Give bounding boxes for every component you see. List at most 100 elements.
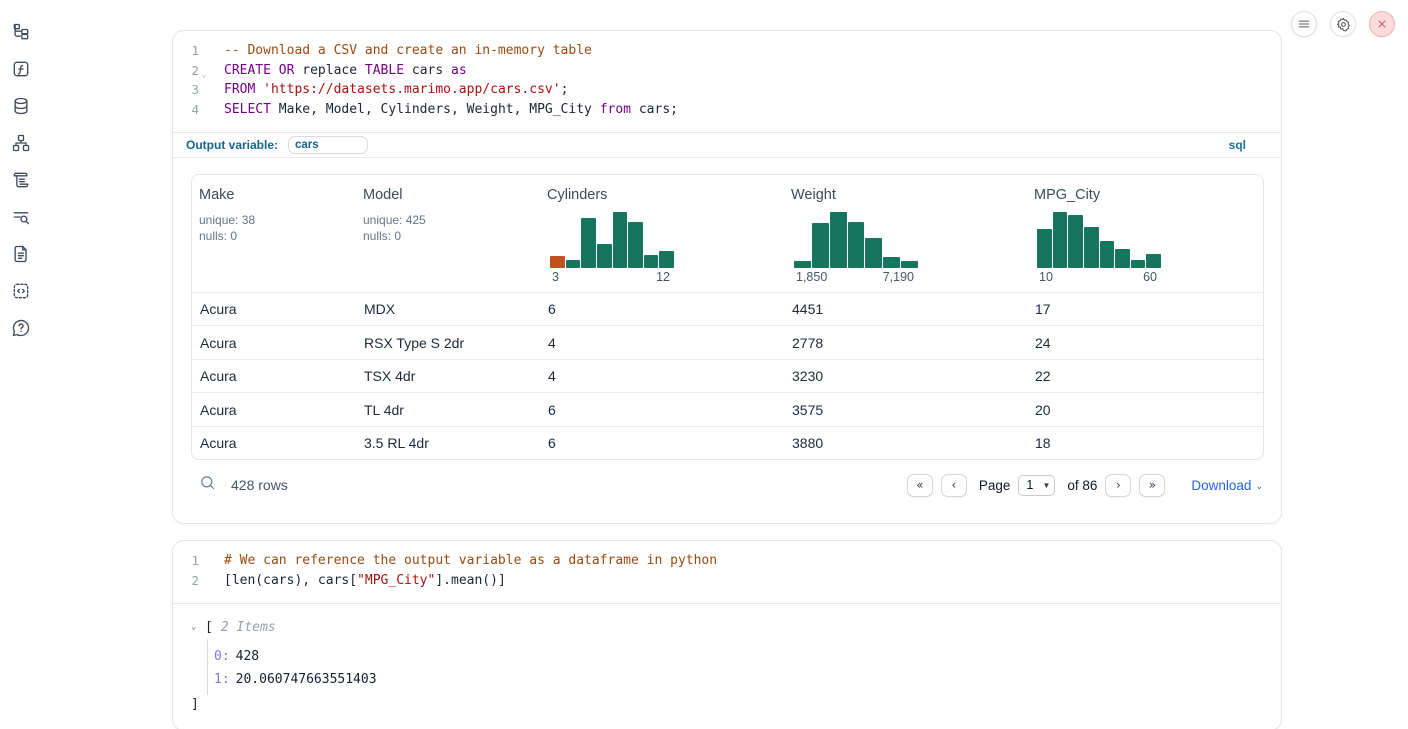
histogram-axis-labels: 312: [550, 268, 674, 284]
help-icon[interactable]: [10, 317, 32, 339]
next-page-button[interactable]: ›: [1105, 474, 1131, 497]
tree-entries: 0:4281:20.060747663551403: [207, 639, 1263, 695]
tree-entry-value: 428: [236, 649, 259, 664]
token-plain: [271, 63, 279, 78]
chevron-down-icon: ⌄: [1255, 481, 1263, 492]
table-cell: Acura: [192, 360, 356, 393]
snippets-icon[interactable]: [10, 280, 32, 302]
close-bracket: ]: [191, 697, 1263, 712]
table-row: AcuraMDX6445117: [192, 292, 1263, 326]
left-sidebar: [0, 0, 42, 729]
prev-page-button[interactable]: ‹: [941, 474, 967, 497]
data-table: Makeunique: 38nulls: 0Modelunique: 425nu…: [191, 174, 1264, 461]
documentation-icon[interactable]: [10, 243, 32, 265]
column-title: Model: [363, 187, 532, 203]
scratchpad-icon[interactable]: [10, 169, 32, 191]
logs-search-icon[interactable]: [10, 206, 32, 228]
token-kw: TABLE: [365, 63, 404, 78]
axis-min-label: 1,850: [796, 270, 827, 284]
table-cell: 6: [540, 293, 784, 326]
column-histogram: 1060: [1037, 212, 1161, 284]
code-line: 2⌄CREATE OR replace TABLE cars as: [173, 61, 1281, 81]
table-cell: Acura: [192, 393, 356, 426]
histogram-axis-labels: 1060: [1037, 268, 1161, 284]
column-header-cylinders[interactable]: Cylinders312: [540, 175, 784, 292]
table-cell: Acura: [192, 326, 356, 359]
datasources-icon[interactable]: [10, 95, 32, 117]
column-stat: unique: 38: [199, 212, 348, 228]
histogram-bar: [659, 251, 674, 268]
token-kw: from: [600, 102, 631, 117]
dependency-graph-icon[interactable]: [10, 132, 32, 154]
line-number: 2: [173, 571, 199, 591]
python-code-editor[interactable]: 1# We can reference the output variable …: [173, 541, 1281, 602]
table-cell: Acura: [192, 427, 356, 460]
collapse-chevron-icon[interactable]: ⌄: [191, 622, 205, 632]
token-comment: # We can reference the output variable a…: [224, 553, 717, 568]
search-icon[interactable]: [199, 474, 216, 496]
last-page-button[interactable]: »: [1139, 474, 1165, 497]
language-badge: sql: [1229, 138, 1246, 152]
histogram-bar: [883, 257, 900, 268]
column-stat: nulls: 0: [199, 228, 348, 244]
histogram-bars: [1037, 212, 1161, 268]
sql-code-editor[interactable]: 1-- Download a CSV and create an in-memo…: [173, 31, 1281, 132]
code-line: 1# We can reference the output variable …: [173, 551, 1281, 571]
output-variable-label: Output variable:: [186, 138, 278, 152]
line-number: 3: [173, 80, 199, 100]
python-cell: 1# We can reference the output variable …: [172, 540, 1282, 729]
line-number: 2: [173, 61, 199, 81]
items-count-label: 2 Items: [221, 620, 276, 635]
table-body: AcuraMDX6445117AcuraRSX Type S 2dr427782…: [192, 292, 1263, 460]
token-kw: CREATE: [224, 63, 271, 78]
download-button[interactable]: Download ⌄: [1191, 478, 1263, 493]
histogram-bar: [644, 255, 659, 268]
table-cell: 3575: [784, 393, 1027, 426]
axis-max-label: 12: [656, 270, 670, 284]
token-plain: [len(cars), cars[: [224, 573, 357, 588]
fold-chevron-icon[interactable]: ⌄: [199, 65, 209, 85]
histogram-bar: [812, 223, 829, 268]
select-caret-icon: ▼: [1042, 481, 1050, 490]
table-cell: TL 4dr: [356, 393, 540, 426]
histogram-bar: [1131, 260, 1146, 268]
axis-max-label: 60: [1143, 270, 1157, 284]
table-cell: MDX: [356, 293, 540, 326]
page-label: Page: [979, 478, 1011, 493]
histogram-bar: [848, 222, 865, 268]
marimo-notebook: 1-- Download a CSV and create an in-memo…: [0, 0, 1408, 729]
line-number: 4: [173, 100, 199, 120]
histogram-bar: [1100, 241, 1115, 268]
code-text: CREATE OR replace TABLE cars as: [216, 61, 467, 81]
menu-icon[interactable]: [1291, 11, 1317, 37]
table-row: AcuraRSX Type S 2dr4277824: [192, 325, 1263, 359]
histogram-bar: [628, 222, 643, 268]
column-header-make[interactable]: Makeunique: 38nulls: 0: [192, 175, 356, 292]
code-text: SELECT Make, Model, Cylinders, Weight, M…: [216, 100, 678, 120]
page-select[interactable]: 1 ▼: [1018, 475, 1055, 496]
table-row: Acura3.5 RL 4dr6388018: [192, 426, 1263, 460]
token-kw: SELECT: [224, 102, 271, 117]
histogram-bar: [901, 261, 918, 268]
page-total-label: of 86: [1067, 478, 1097, 493]
sql-cell: 1-- Download a CSV and create an in-memo…: [172, 30, 1282, 524]
histogram-bars: [794, 212, 918, 268]
file-tree-icon[interactable]: [10, 21, 32, 43]
table-cell: 3.5 RL 4dr: [356, 427, 540, 460]
column-header-model[interactable]: Modelunique: 425nulls: 0: [356, 175, 540, 292]
close-icon[interactable]: [1369, 11, 1395, 37]
column-header-mpg_city[interactable]: MPG_City1060: [1027, 175, 1263, 292]
histogram-bar: [1084, 227, 1099, 268]
output-variable-input[interactable]: [288, 136, 368, 154]
histogram-bar: [613, 212, 628, 268]
token-kw: OR: [279, 63, 295, 78]
functions-icon[interactable]: [10, 58, 32, 80]
code-text: FROM 'https://datasets.marimo.app/cars.c…: [216, 80, 568, 100]
histogram-bar: [566, 260, 581, 268]
table-cell: 4: [540, 360, 784, 393]
settings-gear-icon[interactable]: [1330, 11, 1356, 37]
column-header-weight[interactable]: Weight1,8507,190: [784, 175, 1027, 292]
table-cell: 6: [540, 427, 784, 460]
download-label: Download: [1191, 478, 1251, 493]
first-page-button[interactable]: «: [907, 474, 933, 497]
